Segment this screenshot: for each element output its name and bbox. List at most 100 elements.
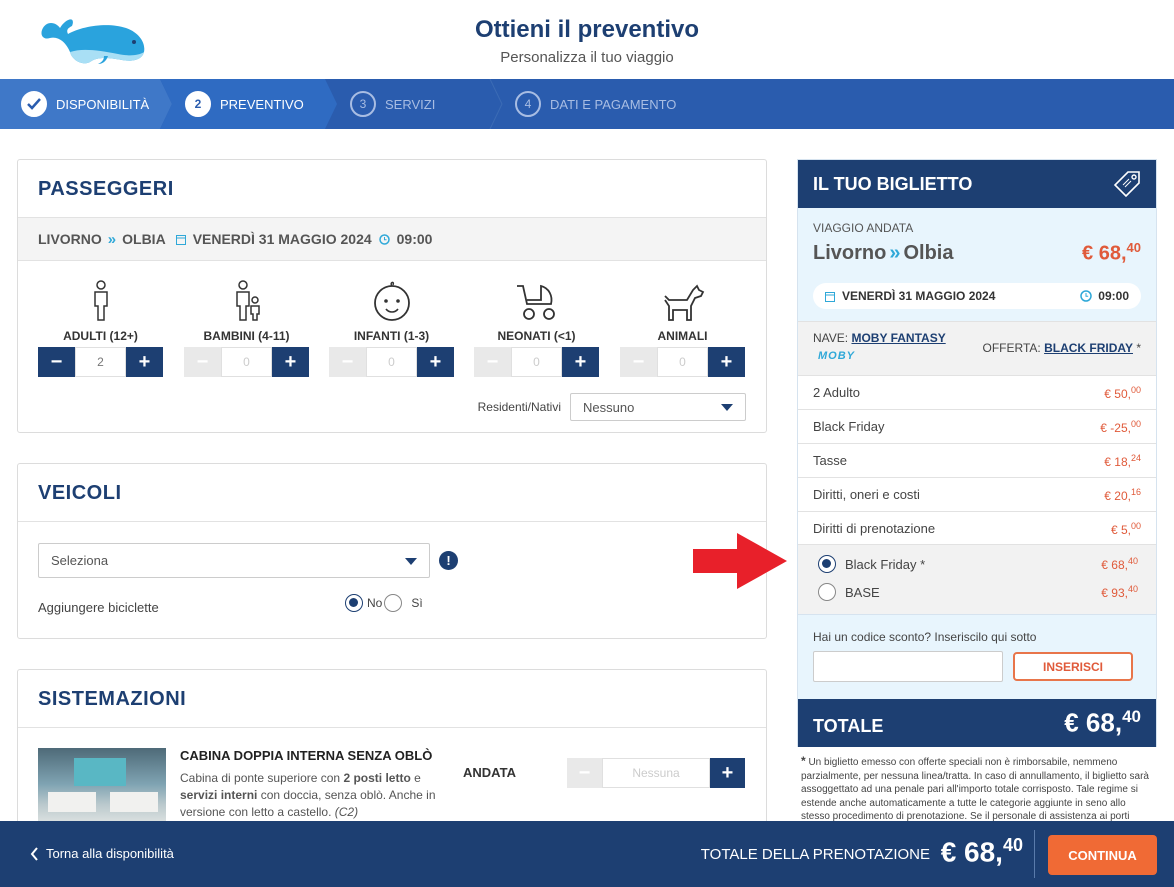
trip-label: VIAGGIO ANDATA <box>813 221 914 235</box>
price-line: Diritti di prenotazione € 5,00 <box>798 511 1156 545</box>
vehicles-title: VEICOLI <box>38 482 122 504</box>
route-from: LIVORNO <box>38 231 102 247</box>
minus-button[interactable]: − <box>38 347 75 377</box>
ship-name-link[interactable]: MOBY FANTASY <box>851 331 945 345</box>
bike-si-radio[interactable] <box>384 594 403 612</box>
calendar-icon <box>175 234 186 245</box>
minus-button[interactable]: − <box>567 758 602 788</box>
pax-newborns: NEONATI (<1) <box>474 278 599 343</box>
promo-insert-button[interactable]: INSERISCI <box>1013 652 1133 681</box>
step-label: DATI E PAGAMENTO <box>550 96 677 112</box>
stroller-icon <box>516 284 555 320</box>
step-dati-pagamento[interactable]: 4 DATI E PAGAMENTO <box>515 79 676 129</box>
progress-steps: DISPONIBILITÀ 2 PREVENTIVO 3 SERVIZI 4 D… <box>0 79 1174 129</box>
pax-label: NEONATI (<1) <box>497 329 576 343</box>
step-disponibilita[interactable]: DISPONIBILITÀ <box>21 79 149 129</box>
accommodation-title: SISTEMAZIONI <box>38 688 187 710</box>
fare-radio[interactable] <box>818 583 836 601</box>
child-icon <box>235 280 260 321</box>
children-stepper: − 0 + <box>184 347 309 377</box>
trip-price: € 68,40 <box>1082 240 1141 265</box>
chevron-left-icon <box>30 846 38 861</box>
newborns-stepper: − 0 + <box>474 347 599 377</box>
infants-count[interactable]: 0 <box>366 347 417 377</box>
minus-button[interactable]: − <box>474 347 511 377</box>
minus-button[interactable]: − <box>329 347 366 377</box>
residents-label: Residenti/Nativi <box>477 400 561 414</box>
footer-total-amount: € 68,40 <box>940 835 1023 868</box>
plus-button[interactable]: + <box>708 347 745 377</box>
page-title: Ottieni il preventivo <box>474 16 700 43</box>
pax-children: BAMBINI (4-11) <box>184 278 309 343</box>
total-amount: € 68,40 <box>1064 707 1141 738</box>
pax-label: BAMBINI (4-11) <box>203 329 290 343</box>
calendar-icon <box>825 291 835 302</box>
promo-code-input[interactable] <box>813 651 1003 682</box>
route-to: OLBIA <box>122 231 166 247</box>
info-exclamation-icon[interactable]: ! <box>439 551 458 570</box>
step-servizi[interactable]: 3 SERVIZI <box>350 79 435 129</box>
moby-brand-logo: MOBY <box>818 350 855 362</box>
fare-radio[interactable] <box>818 555 836 573</box>
clock-icon <box>1080 290 1093 302</box>
divider <box>18 727 766 728</box>
pax-label: INFANTI (1-3) <box>353 329 430 343</box>
offer-name-link[interactable]: BLACK FRIDAY <box>1044 341 1133 355</box>
newborns-count[interactable]: 0 <box>511 347 562 377</box>
plus-button[interactable]: + <box>272 347 309 377</box>
price-line: Black Friday € -25,00 <box>798 409 1156 443</box>
price-line: 2 Adulto € 50,00 <box>798 375 1156 409</box>
bike-si-label: Sì <box>411 596 423 610</box>
ticket-tag-icon <box>1113 171 1140 198</box>
pax-label: ADULTI (12+) <box>63 329 138 343</box>
fare-options: Black Friday * € 68,40 BASE € 93,40 <box>798 544 1156 614</box>
cabin-photo[interactable] <box>38 748 166 828</box>
check-icon <box>21 91 47 117</box>
price-line: Tasse € 18,24 <box>798 443 1156 477</box>
page-header: Ottieni il preventivo Personalizza il tu… <box>0 0 1174 79</box>
animals-count[interactable]: 0 <box>657 347 708 377</box>
step-preventivo[interactable]: 2 PREVENTIVO <box>185 79 304 129</box>
plus-button[interactable]: + <box>417 347 454 377</box>
adult-icon <box>93 280 108 321</box>
trip-to: Olbia <box>903 242 954 264</box>
fare-option-base[interactable]: BASE € 93,40 <box>818 583 1138 601</box>
footer-total-label: TOTALE DELLA PRENOTAZIONE <box>700 846 930 863</box>
step-number: 3 <box>350 91 376 117</box>
refund-note: * Un biglietto emesso con offerte specia… <box>801 754 1149 822</box>
total-label: TOTALE <box>813 715 884 736</box>
fare-option-black-friday[interactable]: Black Friday * € 68,40 <box>818 555 1138 573</box>
plus-button[interactable]: + <box>562 347 599 377</box>
promo-label: Hai un codice sconto? Inseriscilo qui so… <box>813 630 1037 644</box>
passengers-title: PASSEGGERI <box>38 178 174 200</box>
minus-button[interactable]: − <box>620 347 657 377</box>
dog-icon <box>663 284 704 321</box>
minus-button[interactable]: − <box>184 347 221 377</box>
cabin-count[interactable]: Nessuna <box>602 758 710 788</box>
continue-button[interactable]: CONTINUA <box>1048 835 1157 875</box>
adults-count[interactable]: 2 <box>75 347 126 377</box>
bike-no-label: No <box>367 596 383 610</box>
plus-button[interactable]: + <box>710 758 745 788</box>
vehicle-select[interactable]: Seleziona <box>38 543 430 578</box>
trip-time: 09:00 <box>1098 289 1129 303</box>
children-count[interactable]: 0 <box>221 347 272 377</box>
trip-route: Livorno » Olbia <box>813 242 953 265</box>
vehicles-card: VEICOLI Seleziona ! Aggiungere biciclett… <box>17 463 767 639</box>
direction-label: ANDATA <box>463 765 516 780</box>
infants-stepper: − 0 + <box>329 347 454 377</box>
promo-section: Hai un codice sconto? Inseriscilo qui so… <box>798 614 1156 699</box>
trip-datetime-pill: VENERDÌ 31 MAGGIO 2024 09:00 <box>813 283 1141 309</box>
route-date: VENERDÌ 31 MAGGIO 2024 <box>192 231 372 247</box>
ticket-header: IL TUO BIGLIETTO <box>798 160 1156 208</box>
cabin-title: CABINA DOPPIA INTERNA SENZA OBLÒ <box>180 748 433 763</box>
plus-button[interactable]: + <box>126 347 163 377</box>
back-link[interactable]: Torna alla disponibilità <box>30 846 174 861</box>
vehicle-select-value: Seleziona <box>51 553 109 568</box>
residents-value: Nessuno <box>583 399 635 415</box>
residents-select[interactable]: Nessuno <box>570 393 746 421</box>
ship-row: NAVE: MOBY FANTASY <box>813 331 946 345</box>
bike-no-radio[interactable] <box>345 594 363 612</box>
ticket-total: TOTALE € 68,40 <box>798 699 1156 747</box>
page-subtitle: Personalizza il tuo viaggio <box>500 49 674 66</box>
